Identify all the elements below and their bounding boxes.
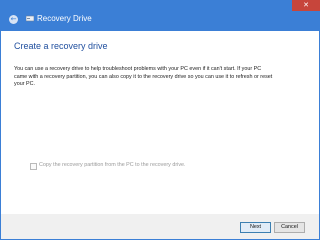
- copy-partition-checkbox[interactable]: [30, 163, 37, 170]
- next-button[interactable]: Next: [240, 222, 271, 233]
- wizard-footer: Next Cancel: [1, 214, 319, 239]
- copy-partition-label: Copy the recovery partition from the PC …: [39, 162, 186, 168]
- close-button[interactable]: ✕: [292, 0, 320, 11]
- window-title: Recovery Drive: [37, 14, 92, 23]
- recovery-drive-icon: [26, 15, 34, 22]
- title-bar: ← Recovery Drive ✕: [0, 0, 320, 30]
- back-arrow-icon[interactable]: ←: [9, 15, 18, 24]
- page-title: Create a recovery drive: [14, 41, 108, 51]
- close-icon: ✕: [303, 1, 309, 9]
- cancel-button[interactable]: Cancel: [274, 222, 305, 233]
- recovery-drive-window: ← Recovery Drive ✕ Create a recovery dri…: [0, 0, 320, 240]
- description-text: You can use a recovery drive to help tro…: [14, 66, 273, 87]
- wizard-content: Create a recovery drive You can use a re…: [1, 31, 319, 214]
